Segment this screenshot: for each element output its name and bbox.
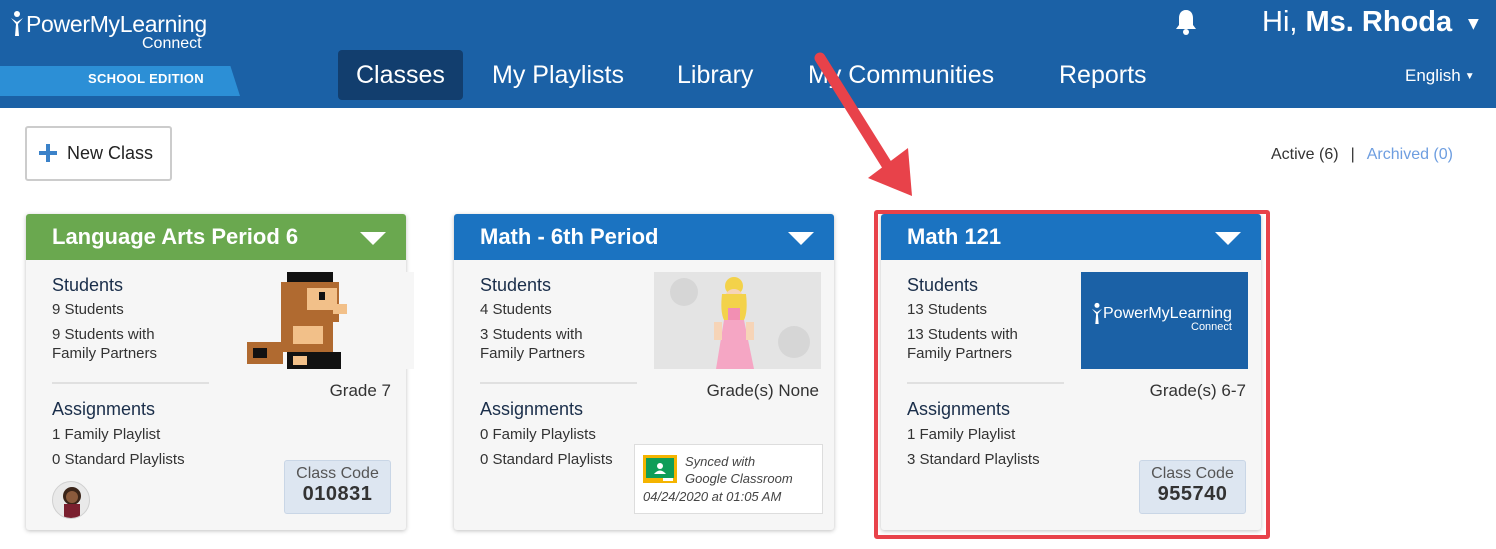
students-count[interactable]: 9 Students	[52, 300, 124, 320]
nav-my-playlists[interactable]: My Playlists	[474, 50, 642, 100]
nav-classes[interactable]: Classes	[338, 50, 463, 100]
card-divider	[480, 382, 637, 384]
family-partners-count: 3 Students with	[480, 326, 583, 343]
nav-reports[interactable]: Reports	[1041, 50, 1165, 100]
archived-filter-link[interactable]: Archived (0)	[1367, 146, 1453, 163]
logo-figure-icon	[11, 11, 23, 36]
class-thumbnail-princess-character	[654, 272, 821, 369]
class-thumbnail-pixel-character	[247, 272, 414, 369]
logo-edition-banner: SCHOOL EDITION	[0, 66, 240, 96]
powermylearning-logo[interactable]: PowerMyLearning Connect SCHOOL EDITION	[0, 10, 240, 96]
synced-service: Google Classroom	[685, 471, 793, 486]
family-playlists-count[interactable]: 1 Family Playlist	[52, 425, 160, 445]
family-partners-label: Family Partners	[480, 345, 586, 362]
students-label: Students	[52, 275, 124, 295]
google-classroom-icon	[643, 455, 677, 483]
google-classroom-sync-status: Synced with Google Classroom 04/24/2020 …	[634, 444, 823, 514]
family-partners-label: Family Partners	[52, 345, 158, 362]
card-menu-caret-icon[interactable]	[360, 232, 386, 245]
nav-my-communities[interactable]: My Communities	[790, 50, 1012, 100]
class-status-filter: Active (6) | Archived (0)	[1271, 146, 1453, 164]
language-caret-icon: ▼	[1464, 71, 1475, 82]
grade-label: Grade 7	[329, 381, 391, 400]
class-code-box: Class Code 010831	[284, 460, 391, 514]
bell-icon[interactable]	[1174, 8, 1198, 36]
highlight-box	[874, 210, 1270, 539]
class-title: Math - 6th Period	[480, 224, 659, 249]
class-card[interactable]: Math - 6th Period Students 4 Students 3 …	[454, 214, 834, 530]
new-class-button[interactable]: New Class	[25, 126, 172, 181]
top-header: PowerMyLearning Connect SCHOOL EDITION C…	[0, 0, 1496, 108]
language-selector[interactable]: English ▼	[1405, 66, 1475, 86]
user-name: Ms. Rhoda	[1305, 6, 1453, 38]
class-card[interactable]: Language Arts Period 6 Students 9 Studen…	[26, 214, 414, 530]
greeting-prefix: Hi,	[1262, 6, 1298, 38]
user-greeting[interactable]: Hi, Ms. Rhoda	[1262, 6, 1452, 39]
card-menu-caret-icon[interactable]	[788, 232, 814, 245]
students-label: Students	[480, 275, 552, 295]
family-partners-count: 9 Students with	[52, 326, 155, 343]
class-card-header[interactable]: Math - 6th Period	[454, 214, 834, 260]
logo-edition-text: SCHOOL EDITION	[88, 71, 204, 86]
family-playlists-count[interactable]: 0 Family Playlists	[480, 425, 596, 445]
active-filter-link[interactable]: Active (6)	[1271, 146, 1339, 163]
teacher-avatar	[52, 481, 90, 519]
logo-text: PowerMyLearning	[10, 10, 207, 38]
card-divider	[52, 382, 209, 384]
filter-separator: |	[1350, 146, 1355, 163]
nav-library[interactable]: Library	[659, 50, 771, 100]
class-card-header[interactable]: Language Arts Period 6	[26, 214, 406, 260]
synced-label: Synced with	[685, 454, 756, 469]
class-code-value: 010831	[302, 483, 373, 505]
plus-icon	[39, 144, 57, 162]
assignments-label: Assignments	[52, 399, 156, 419]
class-title: Language Arts Period 6	[52, 224, 299, 249]
grade-label: Grade(s) None	[706, 381, 819, 400]
logo-sub: Connect	[142, 35, 202, 52]
avatar-icon	[63, 487, 81, 518]
students-count[interactable]: 4 Students	[480, 300, 552, 320]
class-code-label: Class Code	[296, 465, 379, 482]
synced-timestamp: 04/24/2020 at 01:05 AM	[643, 489, 782, 504]
language-label: English	[1405, 66, 1461, 85]
standard-playlists-count[interactable]: 0 Standard Playlists	[480, 450, 613, 470]
assignments-label: Assignments	[480, 399, 584, 419]
user-menu-caret-icon[interactable]: ▼	[1468, 16, 1479, 32]
standard-playlists-count[interactable]: 0 Standard Playlists	[52, 450, 185, 470]
logo-name: PowerMyLearning	[26, 11, 207, 37]
new-class-label: New Class	[67, 143, 154, 163]
